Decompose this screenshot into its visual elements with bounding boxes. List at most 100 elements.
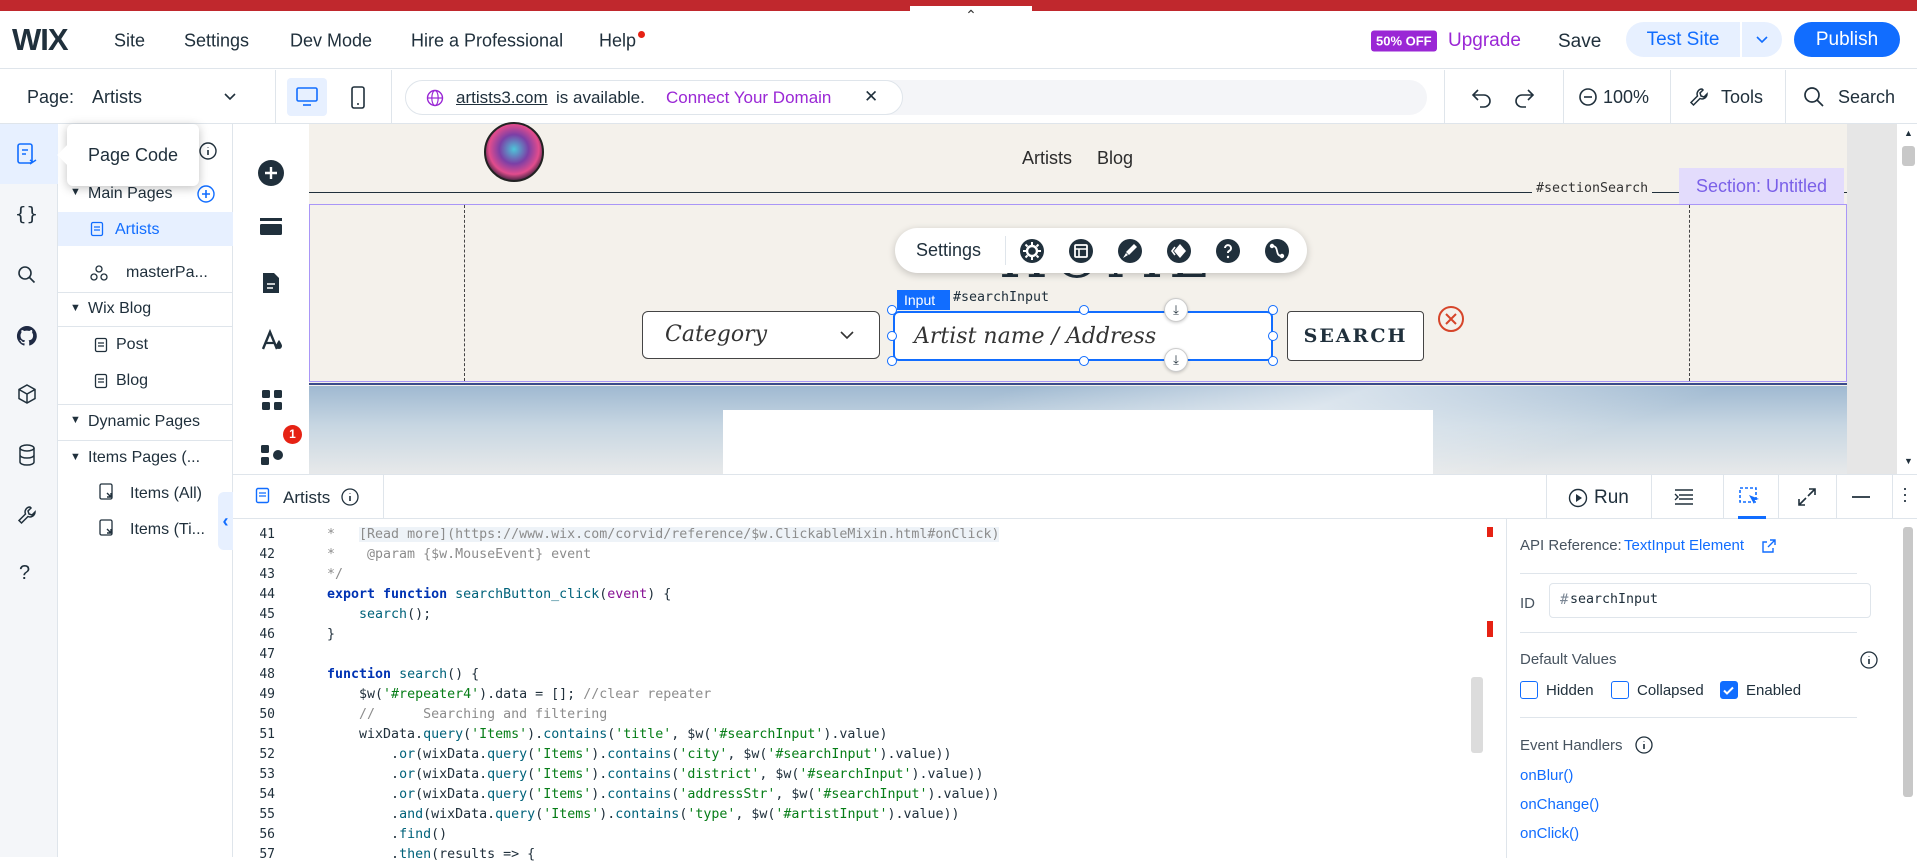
page-item-items-title[interactable]: Items (Ti... [130,521,205,539]
upgrade-badge[interactable]: 50% OFF [1371,30,1437,52]
search-submit-button[interactable]: SEARCH [1287,311,1424,361]
undo-icon[interactable] [1470,86,1494,108]
select-element-icon[interactable] [1738,486,1762,508]
code-line[interactable]: * @param {$w.MouseEvent} event [327,545,591,565]
wrench-icon[interactable] [16,504,38,526]
element-settings-button[interactable]: Settings [916,240,981,261]
expand-icon[interactable] [1797,487,1817,507]
connect-domain-link[interactable]: Connect Your Domain [666,88,831,108]
code-line[interactable]: function search() { [327,665,479,685]
run-button[interactable]: Run [1594,487,1629,509]
code-line[interactable]: .then(results => { [327,845,535,865]
stretch-handle-icon[interactable]: ⤓ [1164,348,1188,372]
business-apps-icon[interactable] [260,444,286,470]
resize-handle[interactable] [887,356,897,366]
test-site-dropdown[interactable] [1742,22,1782,57]
collapse-triangle-icon[interactable]: ▼ [70,414,81,426]
resize-handle[interactable] [1079,356,1089,366]
content-box[interactable] [723,410,1433,474]
database-icon[interactable] [17,443,37,467]
external-link-icon[interactable] [1762,539,1776,553]
nav-link-artists[interactable]: Artists [1022,148,1072,169]
code-line[interactable]: */ [327,565,343,585]
info-icon[interactable] [340,487,360,507]
resize-handle[interactable] [1268,305,1278,315]
site-logo[interactable] [484,122,544,182]
stretch-handle-icon[interactable]: ⤓ [1164,298,1188,322]
chevron-down-icon[interactable] [222,90,238,104]
add-page-icon[interactable] [196,184,216,204]
nav-link-blog[interactable]: Blog [1097,148,1133,169]
code-line[interactable]: .or(wixData.query('Items').contains('cit… [327,745,952,765]
page-item-items-all[interactable]: Items (All) [130,485,202,503]
wix-logo[interactable]: WIX [12,22,69,58]
code-line[interactable]: wixData.query('Items').contains('title',… [327,725,887,745]
menu-site[interactable]: Site [114,31,145,52]
gear-icon[interactable] [1019,238,1045,264]
resize-handle[interactable] [887,331,897,341]
mobile-icon[interactable] [348,85,368,111]
zoom-level[interactable]: 100% [1603,87,1649,108]
code-line[interactable]: $w('#repeater4').data = []; //clear repe… [327,685,711,705]
apps-icon[interactable] [261,389,283,411]
onblur-handler-link[interactable]: onBlur() [1520,767,1573,784]
code-tab-artists[interactable]: Artists [283,488,330,508]
menu-dev-mode[interactable]: Dev Mode [290,31,372,52]
code-line[interactable]: search(); [327,605,431,625]
canvas-scrollbar[interactable]: ▲ ▼ [1900,124,1917,474]
package-icon[interactable] [16,383,38,405]
info-icon[interactable] [198,141,218,161]
test-site-button[interactable]: Test Site [1626,22,1740,57]
properties-icon[interactable] [1673,488,1695,506]
menu-help[interactable]: Help [599,31,636,52]
collapse-triangle-icon[interactable]: ▼ [70,451,81,463]
help-icon[interactable] [1215,238,1241,264]
animation-icon[interactable] [1166,238,1192,264]
onchange-handler-link[interactable]: onChange() [1520,796,1599,813]
code-line[interactable]: .or(wixData.query('Items').contains('dis… [327,765,984,785]
id-field[interactable]: # searchInput [1549,583,1871,618]
more-options-icon[interactable]: · · · [1893,479,1917,509]
section-label[interactable]: Section: Untitled [1679,168,1844,204]
connect-icon[interactable] [1264,238,1290,264]
collapse-topbar-tab[interactable]: ⌃ [910,6,1032,26]
resize-handle[interactable] [1268,356,1278,366]
hidden-checkbox[interactable] [1520,681,1538,699]
page-selector[interactable]: Artists [92,87,142,108]
resize-handle[interactable] [1268,331,1278,341]
collapsed-checkbox[interactable] [1611,681,1629,699]
code-line[interactable]: export function searchButton_click(event… [327,585,671,605]
menu-hire-professional[interactable]: Hire a Professional [411,31,563,52]
search-input[interactable]: Artist name / Address [893,311,1273,361]
publish-button[interactable]: Publish [1794,22,1900,57]
code-braces-icon[interactable]: {} [15,203,38,225]
design-brush-icon[interactable] [1117,238,1143,264]
zoom-out-icon[interactable] [1578,87,1598,107]
code-scrollbar[interactable] [1471,527,1497,858]
code-line[interactable]: .find() [327,825,447,845]
code-line[interactable]: * [Read more](https://www.wix.com/corvid… [327,525,1000,545]
design-icon[interactable] [260,329,284,353]
resize-handle[interactable] [1079,305,1089,315]
hero-image[interactable] [309,386,1847,474]
add-icon[interactable] [257,159,285,187]
pages-icon[interactable] [261,271,281,295]
github-icon[interactable] [15,324,39,348]
collapse-triangle-icon[interactable]: ▼ [70,186,81,198]
search-icon[interactable] [17,265,37,285]
domain-name[interactable]: artists3.com [456,88,548,108]
minimize-icon[interactable] [1851,495,1871,499]
api-reference-link[interactable]: TextInput Element [1624,537,1744,554]
info-icon[interactable] [1634,735,1654,755]
desktop-view-button[interactable] [287,78,327,116]
onclick-handler-link[interactable]: onClick() [1520,825,1579,842]
info-icon[interactable] [1859,650,1879,670]
close-icon[interactable]: ✕ [864,87,878,107]
clear-search-icon[interactable] [1436,304,1466,334]
resize-handle[interactable] [887,305,897,315]
tools-button[interactable]: Tools [1721,87,1763,108]
layout-icon[interactable] [1068,238,1094,264]
search-button[interactable]: Search [1838,87,1895,108]
code-line[interactable]: .and(wixData.query('Items').contains('ty… [327,805,960,825]
help-icon[interactable]: ? [19,562,30,585]
